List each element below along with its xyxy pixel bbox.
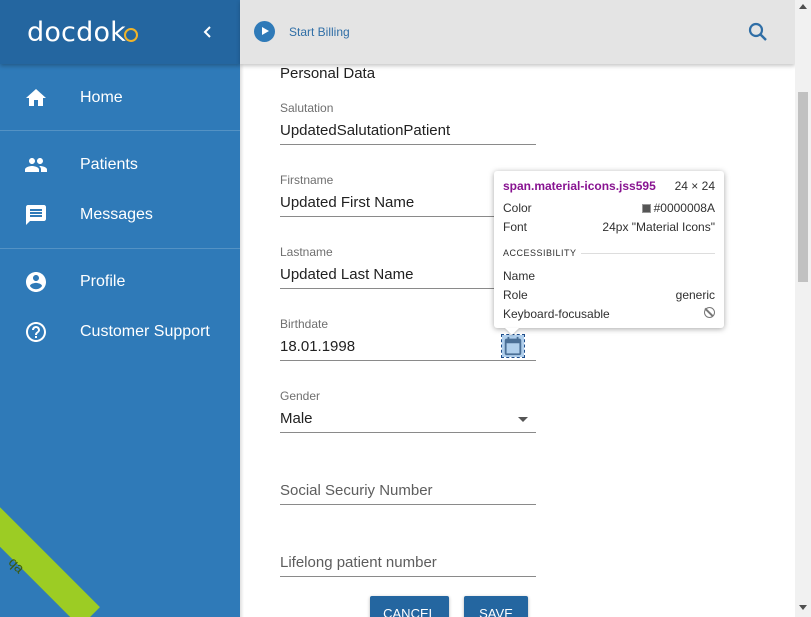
salutation-label: Salutation xyxy=(280,101,334,115)
logo-mark-icon xyxy=(124,28,138,42)
collapse-sidebar-button[interactable] xyxy=(198,20,218,44)
accessibility-heading: ACCESSIBILITY xyxy=(503,248,577,258)
calendar-icon xyxy=(504,336,522,356)
sidebar-item-messages[interactable]: Messages xyxy=(0,190,240,240)
scrollbar[interactable] xyxy=(795,0,811,617)
play-circle-icon xyxy=(254,21,275,42)
search-icon xyxy=(748,22,767,41)
scroll-up-arrow-icon[interactable] xyxy=(799,4,807,9)
cancel-button[interactable]: CANCEL xyxy=(370,596,449,617)
gender-select[interactable]: Male xyxy=(280,405,536,433)
color-label: Color xyxy=(503,201,532,215)
chevron-left-icon xyxy=(203,26,211,38)
tooltip-divider xyxy=(581,253,715,254)
tooltip-color-row: Color #0000008A xyxy=(503,201,715,215)
sidebar-item-label: Profile xyxy=(80,273,126,290)
tooltip-font-row: Font 24px "Material Icons" xyxy=(503,220,715,234)
message-icon xyxy=(26,205,46,225)
search-button[interactable] xyxy=(746,20,770,44)
scroll-thumb[interactable] xyxy=(798,92,808,282)
tooltip-keyboard-row: Keyboard-focusable xyxy=(503,307,715,321)
sidebar-item-label: Messages xyxy=(80,206,153,223)
start-billing-button[interactable]: Start Billing xyxy=(254,21,350,42)
nav-divider xyxy=(0,248,240,249)
color-value-wrap: #0000008A xyxy=(641,201,715,215)
sidebar-item-label: Patients xyxy=(80,156,138,173)
arrow-drop-down-icon xyxy=(518,417,528,422)
sidebar-item-customer-support[interactable]: Customer Support xyxy=(0,307,240,357)
ssn-input[interactable]: Social Securiy Number xyxy=(280,477,536,505)
help-icon xyxy=(26,322,46,342)
sidebar-item-home[interactable]: Home xyxy=(0,73,240,123)
sidebar-item-profile[interactable]: Profile xyxy=(0,257,240,307)
people-icon xyxy=(25,158,47,172)
sidebar-item-patients[interactable]: Patients xyxy=(0,140,240,190)
birthdate-value: 18.01.1998 xyxy=(280,338,356,355)
sidebar-item-label: Home xyxy=(80,89,123,106)
scroll-down-arrow-icon[interactable] xyxy=(799,605,807,610)
keyboard-focusable-label: Keyboard-focusable xyxy=(503,307,610,321)
sidebar-header: docdok xyxy=(0,0,240,64)
element-selector: span.material-icons.jss595 xyxy=(503,179,656,193)
gender-label: Gender xyxy=(280,389,321,403)
calendar-button[interactable] xyxy=(501,334,525,358)
color-value: #0000008A xyxy=(653,201,715,215)
sidebar: docdok Home Patients Messages Profile Cu… xyxy=(0,0,240,617)
salutation-field: Salutation UpdatedSalutationPatient xyxy=(280,101,536,145)
role-label: Role xyxy=(503,288,528,302)
nav-divider xyxy=(0,130,240,131)
name-label: Name xyxy=(503,269,536,283)
save-button[interactable]: SAVE xyxy=(464,596,528,617)
devtools-inspect-tooltip: span.material-icons.jss595 24 × 24 Color… xyxy=(494,171,724,328)
tooltip-name-row: Name xyxy=(503,269,715,283)
font-label: Font xyxy=(503,220,528,234)
role-value: generic xyxy=(675,288,715,302)
birthdate-input[interactable]: 18.01.1998 xyxy=(280,333,536,361)
logo-text: docdok xyxy=(27,17,126,48)
tooltip-arrow xyxy=(505,328,519,335)
ssn-field: Social Securiy Number xyxy=(280,477,536,505)
tooltip-role-row: Role generic xyxy=(503,288,715,302)
lifelong-number-input[interactable]: Lifelong patient number xyxy=(280,549,536,577)
topbar: Start Billing xyxy=(240,0,795,64)
salutation-input[interactable]: UpdatedSalutationPatient xyxy=(280,117,536,145)
start-billing-label: Start Billing xyxy=(289,24,350,39)
home-icon xyxy=(26,89,46,106)
lifelong-number-field: Lifelong patient number xyxy=(280,549,536,577)
element-dimensions: 24 × 24 xyxy=(674,179,715,193)
gender-value: Male xyxy=(280,410,313,427)
not-focusable-icon xyxy=(704,307,715,318)
font-value: 24px "Material Icons" xyxy=(602,220,715,234)
gender-field: Gender Male xyxy=(280,389,536,433)
main-content: Personal Data Salutation UpdatedSalutati… xyxy=(240,64,795,617)
account-circle-icon xyxy=(26,272,46,292)
tooltip-header: span.material-icons.jss595 24 × 24 xyxy=(503,179,715,193)
color-swatch-icon xyxy=(641,204,651,213)
sidebar-item-label: Customer Support xyxy=(80,323,210,340)
section-title: Personal Data xyxy=(280,65,376,82)
logo[interactable]: docdok xyxy=(27,17,138,48)
